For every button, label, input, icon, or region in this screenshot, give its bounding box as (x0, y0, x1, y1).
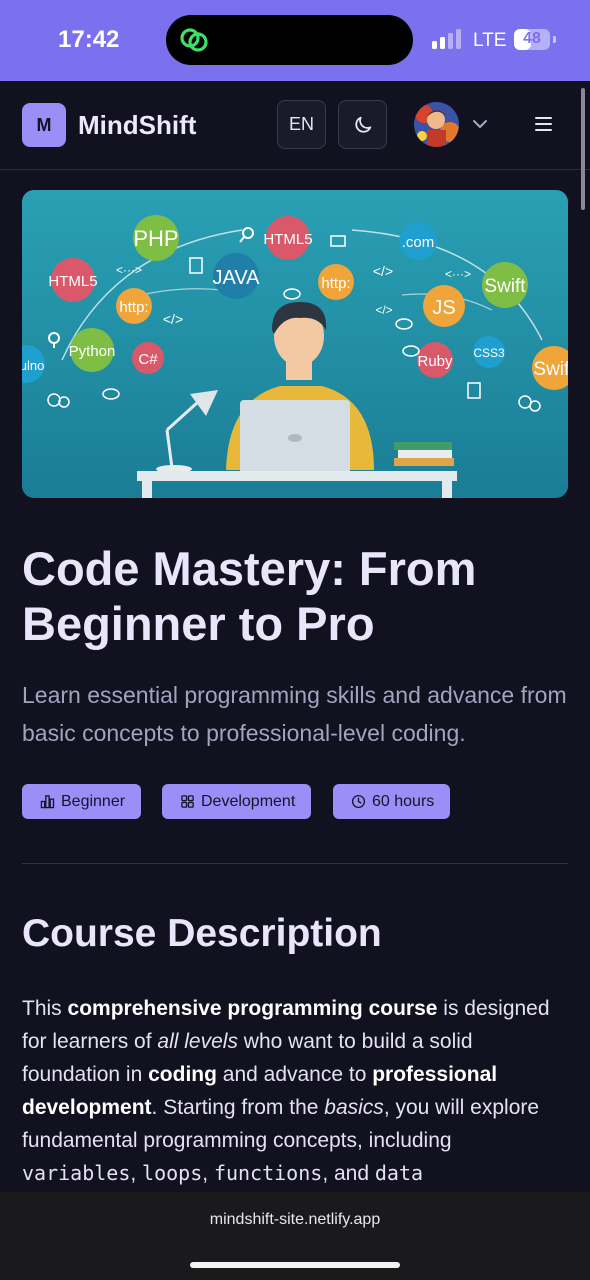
bubble-text: .com (402, 234, 435, 251)
network-type: LTE (473, 30, 507, 51)
inline-code: functions (213, 1161, 323, 1185)
bubble-text: JAVA (212, 267, 260, 289)
bubble-text: PHP (133, 226, 178, 251)
logo-badge[interactable]: M (22, 103, 66, 147)
inline-code: loops (142, 1161, 203, 1185)
course-subtitle: Learn essential programming skills and a… (22, 682, 567, 746)
bubble-text: HTML5 (263, 231, 312, 248)
hero-symbol: </> (375, 303, 392, 317)
divider (22, 863, 568, 864)
bubble-ruby: Ruby (417, 342, 453, 378)
chevron-down-icon[interactable] (471, 117, 489, 131)
tag-label: Development (201, 792, 296, 810)
bubble-text: http: (321, 275, 350, 292)
battery-tip (553, 36, 556, 43)
site-header: M MindShift EN (0, 81, 590, 170)
moon-icon (354, 116, 371, 133)
status-time: 17:42 (58, 26, 120, 53)
tag-duration: 60 hours (333, 784, 451, 819)
bubble-com: .com (399, 222, 437, 260)
clock-icon (351, 794, 366, 809)
inline-code: variables (22, 1161, 131, 1185)
bubble-text: Python (69, 343, 116, 360)
bubble-text: HTML5 (48, 273, 97, 290)
avatar-image (414, 102, 459, 147)
hamburger-menu-icon[interactable] (533, 115, 555, 133)
battery-level: 48 (523, 30, 541, 47)
bubble-http: http: (318, 264, 354, 300)
dynamic-island (166, 15, 413, 65)
bubble-text: JS (432, 297, 455, 319)
bubble-text: CSS3 (473, 346, 505, 360)
language-button[interactable]: EN (277, 100, 326, 149)
emphasis: coding (148, 1063, 217, 1086)
avatar[interactable] (414, 102, 459, 147)
emphasis: basics (324, 1096, 384, 1119)
hero-image: PHP HTML5 JAVA http: .com Swift HTML5 ht… (22, 190, 568, 498)
grid-icon (181, 795, 194, 808)
signal-icon (432, 29, 461, 49)
tag-label: 60 hours (372, 792, 435, 810)
bubble-csharp: C# (132, 342, 164, 374)
hero-symbol: <···> (116, 263, 142, 277)
hero-symbol: </> (163, 311, 183, 327)
bubble-text: Swift (533, 359, 568, 380)
bubble-js: JS (423, 285, 465, 327)
bubble-text: Swift (484, 276, 526, 297)
bubble-php: PHP (133, 215, 179, 261)
theme-toggle-button[interactable] (338, 100, 387, 149)
url-text[interactable]: mindshift-site.netlify.app (0, 1211, 590, 1229)
section-title: Course Description (22, 912, 382, 955)
emphasis: comprehensive programming course (67, 997, 438, 1020)
tag-category: Development (162, 784, 312, 819)
status-bar: 17:42 LTE 48 (0, 0, 590, 81)
bubble-text: http: (119, 299, 148, 316)
programmer-illustration: PHP HTML5 JAVA http: .com Swift HTML5 ht… (22, 190, 568, 498)
tag-label: Beginner (61, 792, 126, 810)
course-title: Code Mastery: From Beginner to Pro (22, 542, 477, 650)
battery-icon: 48 (514, 29, 550, 50)
scrollbar[interactable] (581, 88, 585, 210)
hero-symbol: </> (373, 263, 393, 279)
emphasis: all levels (157, 1030, 238, 1053)
bubble-swift: Swift (482, 262, 528, 308)
bar-chart-icon (40, 795, 55, 809)
inline-code: data (374, 1161, 424, 1185)
tag-level: Beginner (22, 784, 142, 819)
hero-symbol: <···> (445, 267, 471, 281)
brand-name[interactable]: MindShift (78, 110, 196, 141)
bubble-http-left: http: (116, 288, 152, 324)
home-indicator[interactable] (190, 1262, 400, 1268)
bubble-text: C# (138, 351, 158, 368)
bubble-text: ulno (22, 358, 44, 373)
course-description: This comprehensive programming course is… (22, 997, 550, 1185)
bubble-text: Ruby (417, 353, 453, 370)
link-icon (180, 28, 208, 52)
bubble-css3: CSS3 (473, 336, 505, 368)
